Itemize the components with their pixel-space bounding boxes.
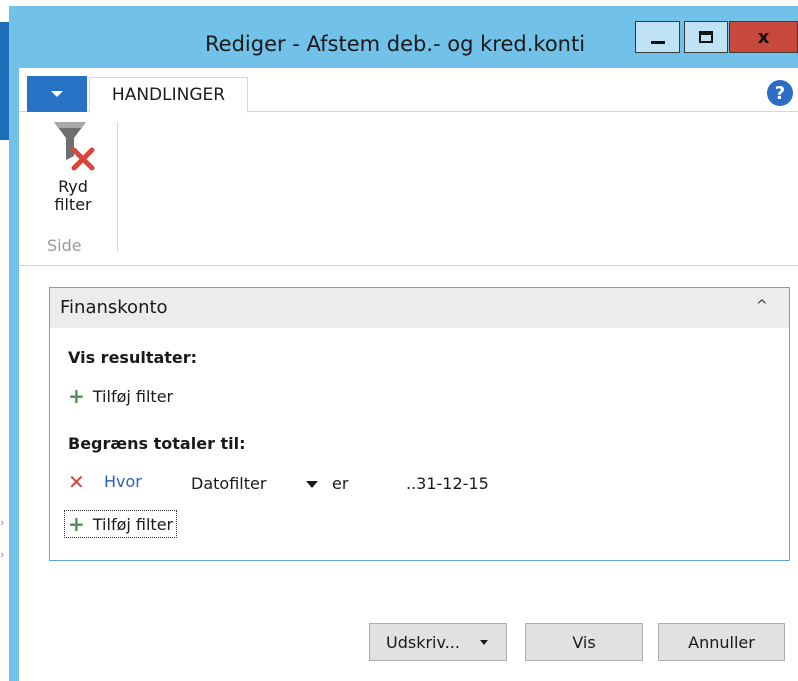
chevron-up-icon[interactable]: ^: [756, 298, 768, 314]
ribbon-group-label: Side: [47, 236, 82, 255]
show-button[interactable]: Vis: [525, 623, 643, 661]
print-split-button[interactable]: Udskriv...: [369, 623, 507, 661]
fasttab-finanskonto: Finanskonto ^ Vis resultater: + Tilføj f…: [49, 287, 790, 561]
print-button-label: Udskriv...: [386, 632, 460, 652]
cancel-button[interactable]: Annuller: [658, 623, 785, 661]
close-button[interactable]: x: [729, 21, 798, 53]
application-menu-button[interactable]: [27, 76, 87, 112]
plus-icon: +: [68, 384, 85, 408]
filter-operator: er: [332, 474, 349, 493]
caret-down-icon: [51, 91, 63, 97]
filter-where-link[interactable]: Hvor: [104, 472, 142, 491]
chevron-right-icon: ›: [0, 516, 5, 529]
clear-filter-button[interactable]: Ryd filter: [43, 120, 103, 228]
minimize-button[interactable]: [635, 21, 680, 53]
close-icon: x: [757, 26, 770, 48]
dialog-window: Rediger - Afstem deb.- og kred.konti x H…: [9, 6, 798, 681]
add-filter-link-2[interactable]: + Tilføj filter: [64, 510, 178, 538]
caret-down-icon[interactable]: [306, 481, 318, 488]
maximize-button[interactable]: [684, 21, 728, 53]
remove-filter-icon[interactable]: ✕: [68, 470, 85, 494]
ribbon-body: Ryd filter Side: [19, 112, 798, 266]
ribbon-separator: [117, 122, 118, 252]
show-results-heading: Vis resultater:: [68, 348, 198, 367]
filter-field-select[interactable]: Datofilter: [191, 474, 266, 493]
ribbon-tab-row: HANDLINGER ?: [19, 68, 798, 113]
dialog-client-area: HANDLINGER ? Ryd filter Side Finanskonto: [19, 68, 798, 681]
title-bar[interactable]: Rediger - Afstem deb.- og kred.konti x: [9, 6, 798, 68]
plus-icon: +: [68, 512, 85, 536]
chevron-right-icon: ›: [0, 548, 5, 561]
caret-down-icon[interactable]: [480, 640, 488, 645]
maximize-icon: [699, 31, 713, 43]
clear-filter-icon: [54, 122, 95, 171]
add-filter-label: Tilføj filter: [92, 386, 174, 406]
add-filter-label: Tilføj filter: [92, 514, 174, 534]
fasttab-header[interactable]: Finanskonto ^: [50, 288, 789, 328]
help-icon[interactable]: ?: [767, 80, 793, 106]
filter-value-field[interactable]: ..31-12-15: [406, 474, 489, 493]
add-filter-link[interactable]: + Tilføj filter: [68, 384, 173, 408]
window-title: Rediger - Afstem deb.- og kred.konti: [205, 32, 586, 56]
minimize-icon: [650, 40, 665, 44]
clear-filter-label: Ryd filter: [54, 177, 92, 214]
desktop-taskbar-strip: [0, 22, 9, 140]
fasttab-title: Finanskonto: [60, 297, 168, 318]
limit-totals-heading: Begræns totaler til:: [68, 434, 246, 453]
tab-handlinger[interactable]: HANDLINGER: [89, 77, 248, 113]
